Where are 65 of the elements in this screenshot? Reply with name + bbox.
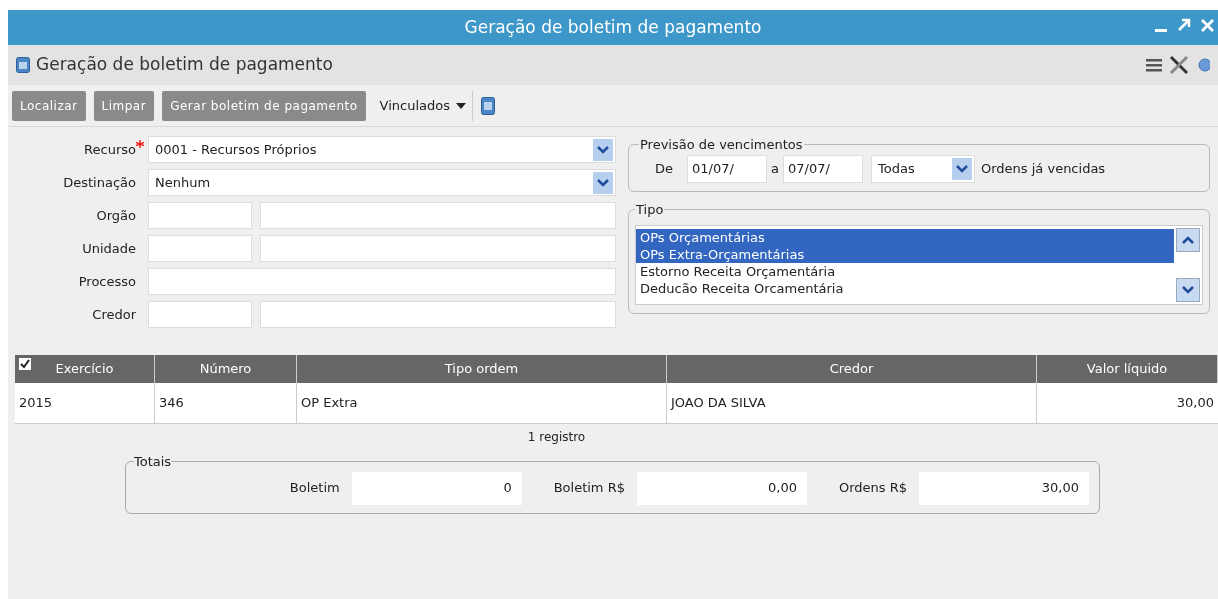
list-option[interactable]: OPs Extra-Orçamentárias xyxy=(636,246,1174,263)
list-option[interactable]: Estorno Receita Orçamentária xyxy=(636,263,1174,280)
document-icon[interactable] xyxy=(481,96,495,115)
close-icon[interactable] xyxy=(1201,18,1214,32)
field-label: Recurso xyxy=(84,140,136,159)
tipo-listbox[interactable]: OPs Orçamentárias OPs Extra-Orçamentárias Estorno Receita Orçamentária Deducão Receita Orcamentária xyxy=(635,225,1203,305)
column-header[interactable]: Credor xyxy=(829,359,874,379)
field-label: Orgão xyxy=(96,206,136,225)
field-label: Destinação xyxy=(63,173,136,192)
date-field[interactable]: 07/07/ xyxy=(783,154,863,183)
table-cell: OP Extra xyxy=(297,383,667,423)
record-count: 1 registro xyxy=(526,429,587,446)
menu-icon[interactable] xyxy=(1146,58,1162,72)
scrollbar[interactable] xyxy=(1174,226,1202,304)
page-title: Geração de boletim de pagamento xyxy=(36,53,333,77)
field-label: Credor xyxy=(92,305,136,324)
column-header[interactable]: Tipo ordem xyxy=(444,359,519,379)
total-field: 0 xyxy=(351,471,522,505)
input-field[interactable] xyxy=(148,268,616,295)
select-all-checkbox[interactable] xyxy=(19,358,31,370)
field-label: Unidade xyxy=(82,239,136,258)
caret-icon xyxy=(456,102,466,109)
table-cell: JOAO DA SILVA xyxy=(667,383,1037,423)
field-label: Boletim R$ xyxy=(553,479,625,498)
field-label: Boletim xyxy=(289,479,340,498)
total-field: 30,00 xyxy=(919,471,1089,505)
table-cell: 346 xyxy=(155,383,297,423)
column-header[interactable]: Exercício xyxy=(55,359,114,379)
filter-select[interactable]: Todas xyxy=(871,154,975,183)
select-field[interactable]: Nenhum xyxy=(148,169,616,196)
list-option[interactable]: Deducão Receita Orcamentária xyxy=(636,280,1174,297)
table-cell: 2015 xyxy=(15,383,155,423)
select-field[interactable]: 0001 - Recursos Próprios xyxy=(148,136,616,163)
fieldset-legend: Previsão de vencimentos xyxy=(639,135,804,155)
field-label: Processo xyxy=(78,272,136,291)
input-field[interactable] xyxy=(260,235,616,262)
column-header[interactable]: Valor líquido xyxy=(1086,359,1168,379)
maximize-icon[interactable] xyxy=(1177,18,1191,32)
scroll-down-icon[interactable] xyxy=(1176,278,1200,302)
column-header[interactable]: Número xyxy=(199,359,252,379)
input-field[interactable] xyxy=(260,301,616,328)
scroll-up-icon[interactable] xyxy=(1176,228,1200,252)
field-label: Ordens R$ xyxy=(838,479,907,498)
input-field[interactable] xyxy=(260,202,616,229)
date-field[interactable]: 01/07/ xyxy=(687,154,767,183)
field-label: De xyxy=(655,159,673,178)
fieldset-legend: Tipo xyxy=(635,199,665,219)
field-note: Ordens já vencidas xyxy=(981,159,1106,178)
document-icon xyxy=(16,57,30,73)
dropdown-icon xyxy=(952,157,972,180)
input-field[interactable] xyxy=(148,301,252,328)
toolbar-button[interactable]: Limpar xyxy=(93,90,155,121)
table-cell-text: 30,00 xyxy=(1175,394,1215,413)
dropdown-icon xyxy=(593,138,613,161)
input-field[interactable] xyxy=(148,235,252,262)
list-option[interactable]: OPs Orçamentárias xyxy=(636,229,1174,246)
dropdown-icon xyxy=(593,171,613,194)
window-title: Geração de boletim de pagamento xyxy=(464,15,762,39)
fieldset-legend: Totais xyxy=(134,452,172,472)
input-field[interactable] xyxy=(148,202,252,229)
toolbar-button[interactable]: Localizar xyxy=(12,90,86,121)
toolbar-button[interactable]: Gerar boletim de pagamento xyxy=(162,90,366,121)
total-field: 0,00 xyxy=(636,471,807,505)
vinculados-dropdown[interactable]: Vinculados xyxy=(373,90,473,121)
field-label: a xyxy=(771,159,779,178)
